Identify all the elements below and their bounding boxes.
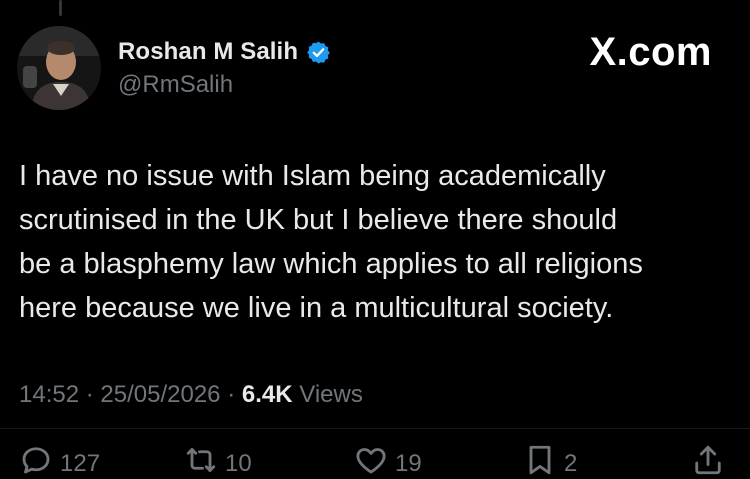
like-count: 19 — [395, 449, 422, 477]
tweet-text-line: be a blasphemy law which applies to all … — [19, 248, 643, 280]
tweet-time[interactable]: 14:52 — [19, 381, 79, 408]
reply-button[interactable]: 127 — [18, 442, 100, 479]
meta-separator: · — [227, 381, 236, 408]
tweet-meta: 14:52 · 25/05/2026 · 6.4K Views — [19, 381, 363, 409]
bookmark-count: 2 — [564, 449, 578, 477]
views-label: Views — [299, 381, 363, 408]
bookmark-icon — [522, 442, 558, 479]
tweet-text-line: here because we live in a multicultural … — [19, 292, 614, 324]
verified-badge-icon — [306, 40, 331, 65]
divider — [0, 428, 750, 429]
thread-line — [59, 0, 62, 16]
heart-icon — [353, 442, 389, 479]
name-row: Roshan M Salih — [118, 36, 331, 68]
tweet-text: I have no issue with Islam being academi… — [19, 154, 719, 330]
share-icon — [690, 442, 726, 479]
meta-separator: · — [85, 381, 94, 408]
handle[interactable]: @RmSalih — [118, 71, 331, 99]
repost-count: 10 — [225, 449, 252, 477]
like-button[interactable]: 19 — [353, 442, 422, 479]
repost-icon — [183, 442, 219, 479]
avatar[interactable] — [17, 26, 101, 110]
tweet-text-line: scrutinised in the UK but I believe ther… — [19, 204, 618, 236]
x-com-watermark: X.com — [589, 30, 712, 74]
reply-icon — [18, 442, 54, 479]
avatar-image — [17, 26, 101, 110]
action-bar: 127 10 19 2 — [0, 440, 750, 479]
repost-button[interactable]: 10 — [183, 442, 252, 479]
tweet-date[interactable]: 25/05/2026 — [100, 381, 220, 408]
display-name[interactable]: Roshan M Salih — [118, 38, 298, 66]
views-count[interactable]: 6.4K — [242, 381, 293, 408]
reply-count: 127 — [60, 449, 101, 477]
tweet-card: Roshan M Salih @RmSalih X.com I have no … — [0, 0, 750, 479]
author-block: Roshan M Salih @RmSalih — [118, 36, 331, 99]
bookmark-button[interactable]: 2 — [522, 442, 577, 479]
share-button[interactable] — [690, 442, 726, 479]
tweet-text-line: I have no issue with Islam being academi… — [19, 160, 606, 192]
